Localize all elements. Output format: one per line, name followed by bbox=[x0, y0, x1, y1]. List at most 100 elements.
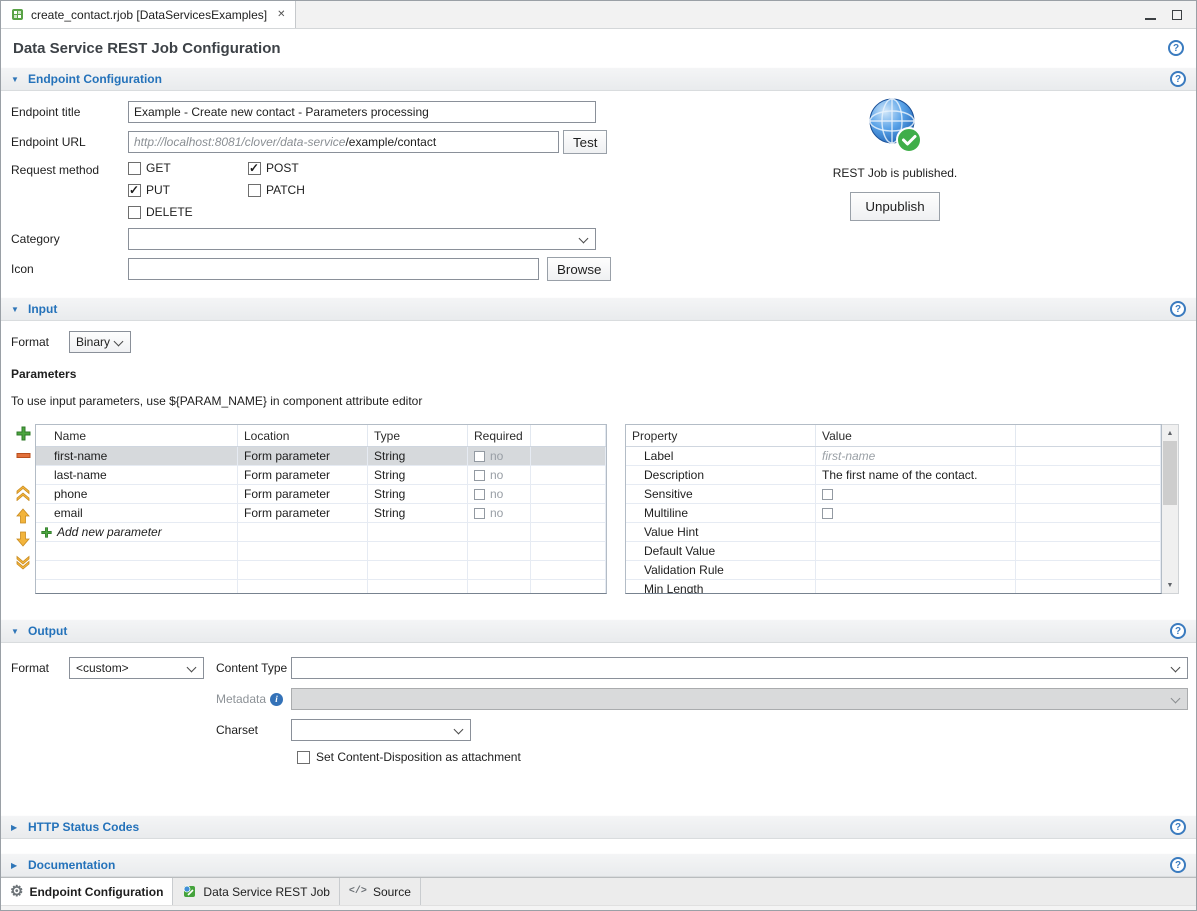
table-row[interactable]: email Form parameter String no bbox=[36, 504, 606, 523]
collapse-icon[interactable]: ▼ bbox=[11, 305, 21, 314]
sensitive-checkbox[interactable] bbox=[822, 489, 833, 500]
output-section-header[interactable]: ▼ Output ? bbox=[1, 619, 1196, 643]
scroll-up-icon[interactable]: ▲ bbox=[1162, 425, 1178, 441]
help-icon[interactable]: ? bbox=[1170, 857, 1186, 873]
checkbox-icon[interactable] bbox=[128, 162, 141, 175]
move-bottom-icon[interactable] bbox=[16, 554, 30, 570]
charset-select[interactable] bbox=[291, 719, 471, 741]
page-header: Data Service REST Job Configuration ? bbox=[1, 29, 1196, 67]
column-header-property[interactable]: Property bbox=[626, 425, 816, 446]
tab-endpoint-configuration[interactable]: ⚙ Endpoint Configuration bbox=[1, 878, 173, 905]
move-top-icon[interactable] bbox=[16, 485, 30, 501]
move-down-icon[interactable] bbox=[16, 531, 30, 547]
properties-scrollbar[interactable]: ▲ ▼ bbox=[1162, 424, 1179, 594]
required-checkbox[interactable] bbox=[474, 470, 485, 481]
column-header-name[interactable]: Name bbox=[36, 425, 238, 446]
category-select[interactable] bbox=[128, 228, 596, 250]
cell-required: no bbox=[468, 447, 531, 465]
cell-value[interactable] bbox=[816, 523, 1016, 541]
browse-button[interactable]: Browse bbox=[547, 257, 611, 281]
column-header-type[interactable]: Type bbox=[368, 425, 468, 446]
property-row[interactable]: Min Length bbox=[626, 580, 1161, 594]
method-post-checkbox[interactable]: POST bbox=[248, 161, 378, 175]
help-icon[interactable]: ? bbox=[1168, 40, 1184, 56]
collapse-icon[interactable]: ▶ bbox=[11, 861, 21, 870]
checkbox-icon[interactable] bbox=[128, 206, 141, 219]
add-parameter-row[interactable]: Add new parameter bbox=[36, 523, 606, 542]
cell-name: email bbox=[36, 504, 238, 522]
endpoint-section-header[interactable]: ▼ Endpoint Configuration ? bbox=[1, 67, 1196, 91]
content-disposition-checkbox[interactable] bbox=[297, 751, 310, 764]
cell-value[interactable]: first-name bbox=[816, 447, 1016, 465]
category-label: Category bbox=[11, 232, 128, 246]
column-header-value[interactable]: Value bbox=[816, 425, 1016, 446]
content-type-combo[interactable] bbox=[291, 657, 1188, 679]
close-icon[interactable]: ✕ bbox=[277, 9, 285, 20]
help-icon[interactable]: ? bbox=[1170, 71, 1186, 87]
multiline-checkbox[interactable] bbox=[822, 508, 833, 519]
method-get-checkbox[interactable]: GET bbox=[128, 161, 248, 175]
collapse-icon[interactable]: ▼ bbox=[11, 627, 21, 636]
table-row[interactable]: first-name Form parameter String no bbox=[36, 447, 606, 466]
endpoint-title-input[interactable]: Example - Create new contact - Parameter… bbox=[128, 101, 596, 123]
move-up-icon[interactable] bbox=[16, 508, 30, 524]
method-put-checkbox[interactable]: PUT bbox=[128, 183, 248, 197]
collapse-icon[interactable]: ▼ bbox=[11, 75, 21, 84]
publish-panel: REST Job is published. Unpublish bbox=[825, 95, 965, 221]
add-icon bbox=[41, 527, 52, 538]
info-icon[interactable]: i bbox=[270, 693, 283, 706]
tab-data-service-rest-job[interactable]: Data Service REST Job bbox=[173, 878, 340, 905]
scroll-down-icon[interactable]: ▼ bbox=[1162, 577, 1178, 593]
property-row[interactable]: Sensitive bbox=[626, 485, 1161, 504]
icon-path-input[interactable] bbox=[128, 258, 539, 280]
table-row[interactable]: phone Form parameter String no bbox=[36, 485, 606, 504]
required-checkbox[interactable] bbox=[474, 489, 485, 500]
cell-property: Validation Rule bbox=[626, 561, 816, 579]
endpoint-url-input[interactable]: http://localhost:8081/clover/data-servic… bbox=[128, 131, 559, 153]
help-icon[interactable]: ? bbox=[1170, 301, 1186, 317]
property-row[interactable]: Description The first name of the contac… bbox=[626, 466, 1161, 485]
property-row[interactable]: Default Value bbox=[626, 542, 1161, 561]
collapse-icon[interactable]: ▶ bbox=[11, 823, 21, 832]
column-header-required[interactable]: Required bbox=[468, 425, 531, 446]
property-row[interactable]: Label first-name bbox=[626, 447, 1161, 466]
input-format-select[interactable]: Binary bbox=[69, 331, 131, 353]
required-checkbox[interactable] bbox=[474, 508, 485, 519]
output-format-select[interactable]: <custom> bbox=[69, 657, 204, 679]
required-checkbox[interactable] bbox=[474, 451, 485, 462]
property-row[interactable]: Value Hint bbox=[626, 523, 1161, 542]
cell-value[interactable] bbox=[816, 542, 1016, 560]
minimize-icon[interactable] bbox=[1145, 9, 1156, 20]
property-row[interactable]: Multiline bbox=[626, 504, 1161, 523]
method-patch-checkbox[interactable]: PATCH bbox=[248, 183, 378, 197]
test-button[interactable]: Test bbox=[563, 130, 607, 154]
checkbox-icon[interactable] bbox=[248, 162, 261, 175]
property-row[interactable]: Validation Rule bbox=[626, 561, 1161, 580]
http-status-section-header[interactable]: ▶ HTTP Status Codes ? bbox=[1, 815, 1196, 839]
add-parameter-icon[interactable] bbox=[16, 426, 31, 441]
input-section-header[interactable]: ▼ Input ? bbox=[1, 297, 1196, 321]
cell-value[interactable] bbox=[816, 580, 1016, 594]
column-header-location[interactable]: Location bbox=[238, 425, 368, 446]
unpublish-button[interactable]: Unpublish bbox=[850, 192, 939, 221]
method-delete-checkbox[interactable]: DELETE bbox=[128, 205, 248, 219]
maximize-icon[interactable] bbox=[1172, 10, 1182, 20]
content-type-label: Content Type bbox=[216, 661, 291, 675]
scrollbar-thumb[interactable] bbox=[1163, 441, 1177, 505]
checkbox-icon[interactable] bbox=[248, 184, 261, 197]
cell-value[interactable] bbox=[816, 561, 1016, 579]
table-row[interactable]: last-name Form parameter String no bbox=[36, 466, 606, 485]
remove-parameter-icon[interactable] bbox=[16, 448, 31, 463]
tab-source[interactable]: </> Source bbox=[340, 878, 421, 905]
parameters-table: Name Location Type Required first-name F… bbox=[35, 424, 607, 594]
editor-tab[interactable]: create_contact.rjob [DataServicesExample… bbox=[1, 1, 296, 28]
section-title: Input bbox=[28, 302, 57, 316]
help-icon[interactable]: ? bbox=[1170, 819, 1186, 835]
cell-value bbox=[816, 504, 1016, 522]
documentation-section-header[interactable]: ▶ Documentation ? bbox=[1, 853, 1196, 877]
help-icon[interactable]: ? bbox=[1170, 623, 1186, 639]
editor-tab-bar: create_contact.rjob [DataServicesExample… bbox=[1, 1, 1196, 29]
checkbox-icon[interactable] bbox=[128, 184, 141, 197]
published-globe-icon bbox=[864, 95, 926, 157]
cell-value[interactable]: The first name of the contact. bbox=[816, 466, 1016, 484]
